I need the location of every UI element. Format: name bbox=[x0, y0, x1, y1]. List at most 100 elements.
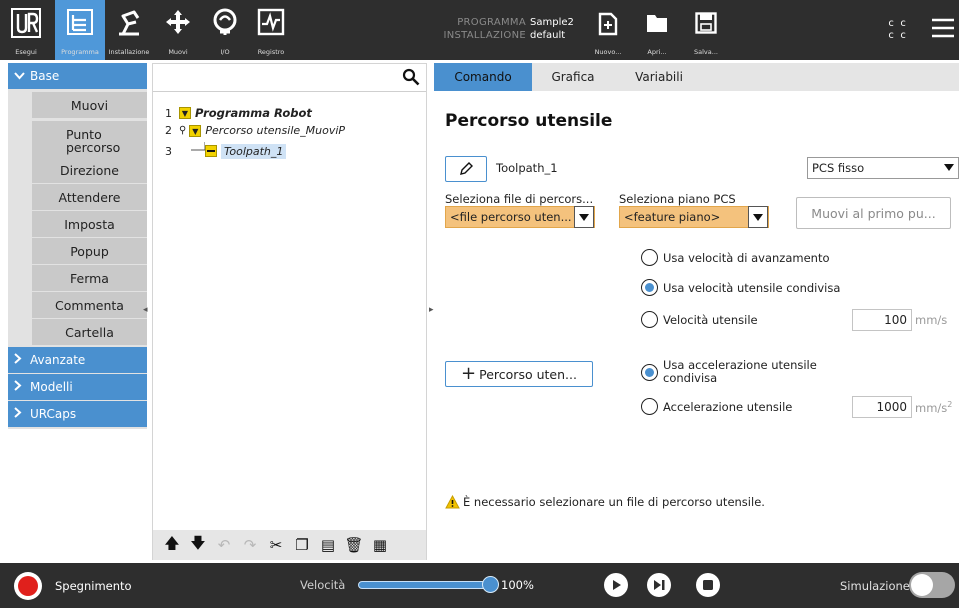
power-button-icon[interactable] bbox=[14, 572, 42, 600]
paste-icon[interactable]: ▤ bbox=[319, 536, 337, 554]
chevron-right-icon bbox=[14, 353, 26, 367]
hamburger-menu-icon[interactable] bbox=[931, 17, 955, 39]
bottom-bar: Spegnimento Velocità 100% Simulazione bbox=[0, 563, 959, 608]
open-program-button[interactable]: Apri... bbox=[640, 0, 674, 60]
step-button[interactable] bbox=[647, 573, 671, 597]
stop-button[interactable] bbox=[696, 573, 720, 597]
nav-registro-label: Registro bbox=[257, 48, 285, 56]
tree-collapse-handle[interactable]: ▸ bbox=[429, 305, 434, 315]
sidebar-item-direzione[interactable]: Direzione bbox=[32, 157, 147, 183]
collapse-triangle-icon[interactable]: ▼ bbox=[189, 124, 202, 137]
feature-select[interactable]: PCS fisso bbox=[807, 157, 959, 179]
command-tabs: Comando Grafica Variabili bbox=[434, 63, 959, 91]
nav-esegui[interactable]: Esegui bbox=[0, 0, 52, 60]
simulation-label: Simulazione bbox=[840, 579, 910, 593]
sidebar-item-cartella[interactable]: Cartella bbox=[32, 319, 147, 345]
speed-label: Velocità bbox=[300, 578, 346, 592]
sidebar-item-punto-percorso[interactable]: Punto percorso bbox=[32, 121, 147, 161]
radio-shared-tool-speed[interactable]: Usa velocità utensile condivisa bbox=[641, 279, 840, 296]
new-program-button[interactable]: Nuovo... bbox=[590, 0, 626, 60]
rename-button[interactable] bbox=[445, 156, 487, 182]
program-tree-panel: 1 ▼ Programma Robot 2 ⚲ ▼ Percorso utens… bbox=[152, 63, 427, 560]
add-toolpath-button[interactable]: + Percorso uten... bbox=[445, 361, 593, 387]
move-up-icon[interactable]: 🡅 bbox=[163, 534, 181, 554]
move-down-icon[interactable]: 🡇 bbox=[189, 534, 207, 554]
robot-arm-icon bbox=[119, 10, 140, 36]
radio-tool-acceleration[interactable]: Accelerazione utensile bbox=[641, 398, 792, 415]
sidebar-item-commenta[interactable]: Commenta bbox=[32, 292, 147, 318]
move-to-first-point-button[interactable]: Muovi al primo pu... bbox=[796, 197, 951, 229]
collapse-triangle-icon[interactable]: ▼ bbox=[179, 107, 191, 119]
radio-tool-speed[interactable]: Velocità utensile bbox=[641, 311, 758, 328]
sidebar-item-muovi[interactable]: Muovi bbox=[32, 92, 147, 118]
open-program-label: Apri... bbox=[647, 48, 667, 56]
warning-text: È necessario selezionare un file di perc… bbox=[463, 495, 765, 509]
simulation-toggle[interactable] bbox=[909, 572, 955, 598]
radio-label: Usa velocità utensile condivisa bbox=[663, 280, 841, 295]
undo-icon[interactable]: ↶ bbox=[215, 536, 233, 554]
nav-muovi[interactable]: Muovi bbox=[158, 0, 198, 60]
io-icon bbox=[213, 8, 237, 35]
tree-row[interactable]: 3 Toolpath_1 bbox=[165, 142, 287, 160]
radio-feed-speed[interactable]: Usa velocità di avanzamento bbox=[641, 249, 830, 266]
chevron-down-icon bbox=[579, 214, 589, 221]
toolpath-node-icon bbox=[205, 145, 217, 157]
search-icon[interactable] bbox=[402, 68, 420, 86]
speed-slider-knob[interactable] bbox=[482, 576, 499, 593]
program-info: PROGRAMMA Sample2 INSTALLAZIONE default bbox=[440, 16, 574, 42]
redo-icon[interactable]: ↷ bbox=[241, 536, 259, 554]
tab-variabili[interactable]: Variabili bbox=[614, 63, 704, 91]
plane-select[interactable]: <feature piano> bbox=[619, 206, 769, 228]
category-avanzate[interactable]: Avanzate bbox=[8, 347, 147, 373]
file-select[interactable]: <file percorso uten... bbox=[445, 206, 595, 228]
radio-circle-selected bbox=[641, 364, 658, 381]
radio-label: Usa accelerazione utensile condivisa bbox=[663, 358, 817, 385]
program-name: Sample2 bbox=[530, 17, 574, 28]
tab-comando[interactable]: Comando bbox=[434, 63, 532, 91]
nav-io[interactable]: I/O bbox=[205, 0, 245, 60]
radio-label: Usa velocità di avanzamento bbox=[663, 250, 830, 265]
category-base[interactable]: Base bbox=[8, 63, 147, 89]
plane-select-value: <feature piano> bbox=[624, 210, 721, 224]
radio-shared-acceleration[interactable]: Usa accelerazione utensile condivisa bbox=[641, 359, 843, 385]
save-program-label: Salva... bbox=[694, 48, 718, 56]
tree-search-input[interactable] bbox=[153, 64, 426, 92]
speed-slider-track[interactable] bbox=[358, 581, 490, 589]
category-avanzate-label: Avanzate bbox=[30, 353, 86, 367]
nav-installazione[interactable]: Installazione bbox=[106, 0, 152, 60]
cc-line-1: c c bbox=[888, 18, 907, 29]
category-urcaps[interactable]: URCaps bbox=[8, 401, 147, 427]
suppress-icon[interactable]: ▦ bbox=[371, 536, 389, 554]
save-program-button[interactable]: Salva... bbox=[688, 0, 724, 60]
sidebar-item-imposta[interactable]: Imposta bbox=[32, 211, 147, 237]
tree-row[interactable]: 1 ▼ Programma Robot bbox=[165, 106, 312, 120]
tool-acceleration-unit-base: mm/s bbox=[915, 400, 948, 415]
nav-registro[interactable]: Registro bbox=[250, 0, 292, 60]
nav-programma[interactable]: Programma bbox=[55, 0, 105, 60]
chevron-right-icon bbox=[14, 380, 26, 394]
nav-muovi-label: Muovi bbox=[168, 48, 188, 56]
sidebar-item-popup[interactable]: Popup bbox=[32, 238, 147, 264]
plane-select-arrow bbox=[748, 206, 768, 228]
new-file-icon bbox=[598, 12, 618, 36]
pin-icon: ⚲ bbox=[179, 125, 187, 136]
chevron-down-icon bbox=[14, 69, 26, 83]
sidebar-item-ferma[interactable]: Ferma bbox=[32, 265, 147, 291]
power-status-label: Spegnimento bbox=[55, 579, 132, 593]
tab-grafica[interactable]: Grafica bbox=[532, 63, 614, 91]
sidebar-collapse-handle[interactable]: ◂ bbox=[143, 305, 148, 315]
tool-acceleration-unit: mm/s2 bbox=[915, 400, 952, 415]
delete-icon[interactable]: 🗑 bbox=[344, 536, 363, 554]
cut-icon[interactable]: ✂ bbox=[267, 536, 285, 554]
tool-speed-input[interactable]: 100 bbox=[852, 309, 912, 331]
tree-row-number: 1 bbox=[165, 106, 172, 120]
program-tree-icon bbox=[67, 9, 93, 35]
tree-row-number: 3 bbox=[165, 144, 172, 158]
tool-acceleration-input[interactable]: 1000 bbox=[852, 396, 912, 418]
save-icon bbox=[695, 12, 717, 34]
tree-row[interactable]: 2 ⚲ ▼ Percorso utensile_MuoviP bbox=[165, 124, 345, 137]
category-modelli[interactable]: Modelli bbox=[8, 374, 147, 400]
play-button[interactable] bbox=[604, 573, 628, 597]
sidebar-item-attendere[interactable]: Attendere bbox=[32, 184, 147, 210]
copy-icon[interactable]: ❐ bbox=[293, 536, 311, 554]
